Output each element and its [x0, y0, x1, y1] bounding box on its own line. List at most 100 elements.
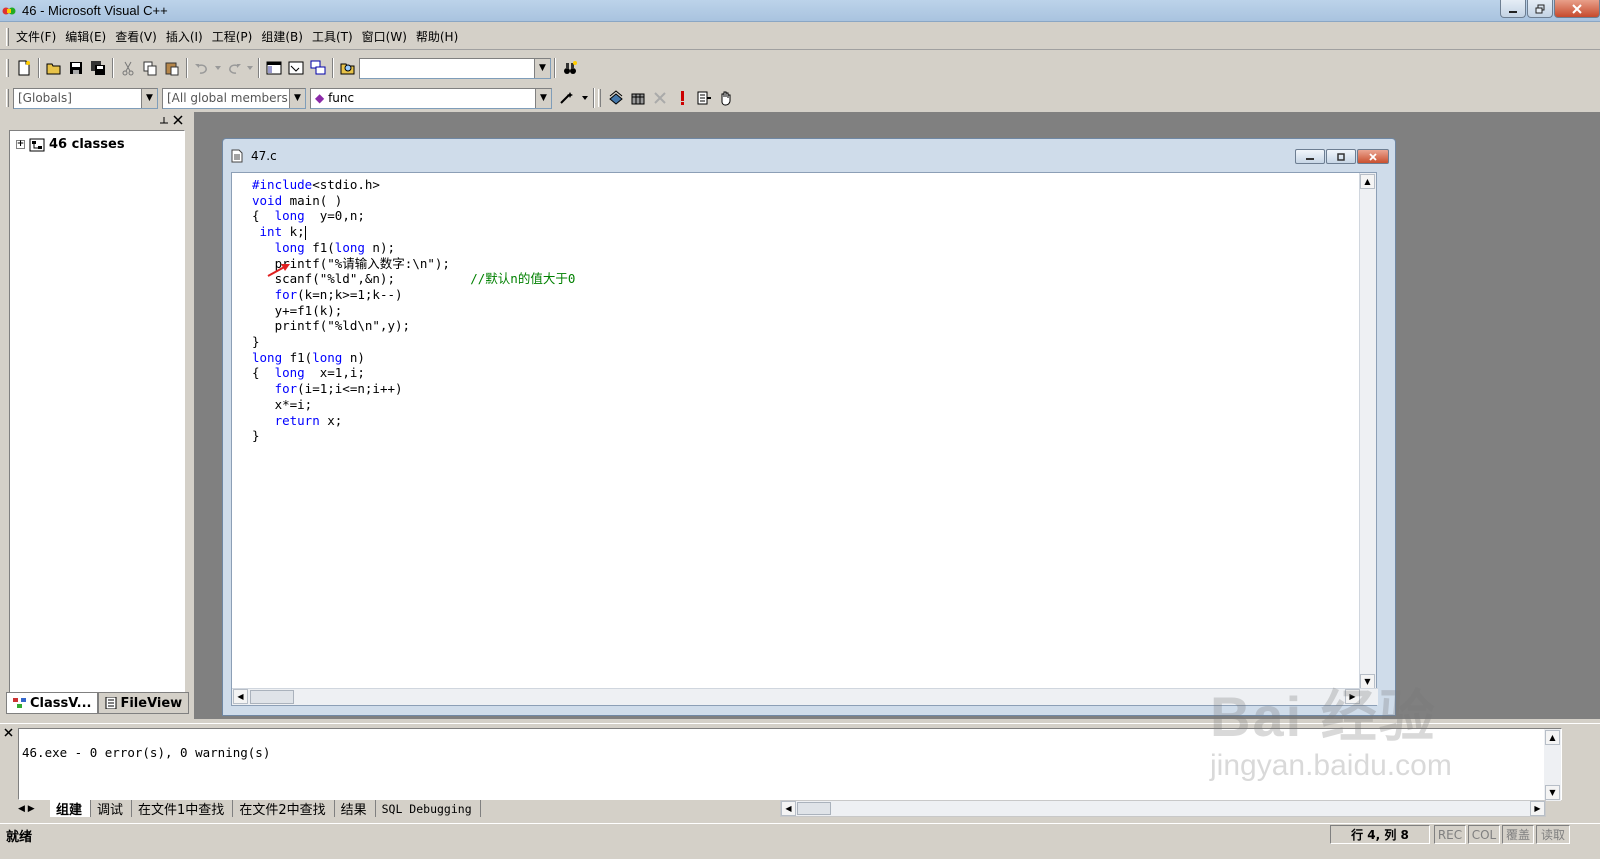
save-button[interactable]: [65, 57, 87, 79]
scroll-thumb[interactable]: [797, 802, 831, 815]
toolbar-grip[interactable]: [6, 89, 9, 107]
chevron-down-icon[interactable]: ▼: [535, 88, 551, 108]
code-line[interactable]: long f1(long n);: [252, 240, 575, 256]
wizard-action-button[interactable]: [552, 87, 580, 109]
tab-sql-debugging[interactable]: SQL Debugging: [376, 800, 481, 817]
chevron-down-icon[interactable]: ▼: [289, 88, 305, 108]
filter-combo[interactable]: [All global members ▼: [162, 87, 306, 109]
editor-vertical-scrollbar[interactable]: ▲ ▼: [1359, 173, 1376, 690]
undo-button[interactable]: [191, 57, 213, 79]
editor-title-bar[interactable]: 47.c: [223, 139, 1395, 169]
scroll-left-button[interactable]: ◀: [781, 801, 796, 816]
code-line[interactable]: }: [252, 334, 575, 350]
tab-fileview[interactable]: FileView: [98, 692, 190, 714]
dock-icon[interactable]: [158, 115, 170, 125]
source-code[interactable]: #include<stdio.h> void main( ){ long y=0,…: [252, 177, 575, 444]
chevron-down-icon[interactable]: ▼: [141, 88, 157, 108]
stop-build-button[interactable]: [649, 87, 671, 109]
restore-button[interactable]: [1527, 0, 1553, 18]
output-vertical-scrollbar[interactable]: ▲ ▼: [1544, 729, 1561, 801]
tab-find-in-files-2[interactable]: 在文件2中查找: [233, 800, 335, 818]
find-in-files-button[interactable]: [337, 57, 359, 79]
execute-button[interactable]: [671, 87, 693, 109]
open-button[interactable]: [43, 57, 65, 79]
editor-maximize-button[interactable]: [1326, 149, 1356, 164]
chevron-down-icon[interactable]: ▼: [534, 58, 550, 78]
code-line[interactable]: for(i=1;i<=n;i++): [252, 381, 575, 397]
output-toggle-button[interactable]: [285, 57, 307, 79]
compile-button[interactable]: [605, 87, 627, 109]
tab-results[interactable]: 结果: [335, 800, 376, 818]
menu-view[interactable]: 查看(V): [112, 28, 160, 45]
save-all-button[interactable]: [87, 57, 109, 79]
code-line[interactable]: printf("%请输入数字:\n");: [252, 256, 575, 272]
redo-dropdown[interactable]: [245, 57, 255, 79]
class-tree[interactable]: + 46 classes: [9, 130, 185, 700]
title-bar[interactable]: 46 - Microsoft Visual C++: [0, 0, 1600, 22]
scroll-down-button[interactable]: ▼: [1545, 785, 1560, 800]
scroll-up-button[interactable]: ▲: [1360, 174, 1375, 189]
paste-button[interactable]: [161, 57, 183, 79]
code-line[interactable]: scanf("%ld",&n); //默认n的值大于0: [252, 271, 576, 287]
search-button[interactable]: [559, 57, 581, 79]
toolbar-grip[interactable]: [598, 89, 601, 107]
menu-tools[interactable]: 工具(T): [309, 28, 356, 45]
tab-scroll-buttons[interactable]: ◀ ▶: [18, 804, 50, 814]
tab-build[interactable]: 组建: [50, 800, 92, 818]
code-line[interactable]: y+=f1(k);: [252, 303, 575, 319]
scroll-up-button[interactable]: ▲: [1545, 730, 1560, 745]
workspace-toggle-button[interactable]: [263, 57, 285, 79]
tab-debug[interactable]: 调试: [91, 800, 133, 818]
cut-button[interactable]: [117, 57, 139, 79]
scope-combo[interactable]: [Globals] ▼: [13, 87, 158, 109]
menu-edit[interactable]: 编辑(E): [62, 28, 109, 45]
wizard-action-dropdown[interactable]: [580, 87, 590, 109]
code-line[interactable]: void main( ): [252, 193, 575, 209]
member-combo[interactable]: ◆ func ▼: [310, 87, 552, 109]
breakpoint-button[interactable]: [715, 87, 737, 109]
copy-button[interactable]: [139, 57, 161, 79]
tree-root-item[interactable]: + 46 classes: [16, 137, 125, 152]
new-file-button[interactable]: [13, 57, 35, 79]
scroll-left-button[interactable]: ◀: [233, 689, 248, 704]
scroll-down-button[interactable]: ▼: [1360, 674, 1375, 689]
menu-help[interactable]: 帮助(H): [413, 28, 461, 45]
go-button[interactable]: [693, 87, 715, 109]
menu-insert[interactable]: 插入(I): [163, 28, 206, 45]
menu-file[interactable]: 文件(F): [13, 28, 59, 45]
tab-find-in-files-1[interactable]: 在文件1中查找: [132, 800, 234, 818]
editor-horizontal-scrollbar[interactable]: ◀ ▶: [232, 688, 1378, 705]
window-list-button[interactable]: [307, 57, 329, 79]
code-line[interactable]: for(k=n;k>=1;k--): [252, 287, 575, 303]
output-text-area[interactable]: 46.exe - 0 error(s), 0 warning(s) ▲ ▼: [18, 728, 1562, 801]
code-line[interactable]: return x;: [252, 413, 575, 429]
undo-dropdown[interactable]: [213, 57, 223, 79]
code-editor[interactable]: #include<stdio.h> void main( ){ long y=0,…: [231, 172, 1378, 706]
code-line[interactable]: long f1(long n): [252, 350, 575, 366]
tab-classview[interactable]: ClassV...: [6, 692, 99, 714]
scroll-right-button[interactable]: ▶: [1345, 689, 1360, 704]
close-button[interactable]: [1554, 0, 1600, 18]
close-icon[interactable]: [173, 115, 183, 125]
minimize-button[interactable]: [1500, 0, 1526, 18]
scroll-right-button[interactable]: ▶: [1530, 801, 1545, 816]
redo-button[interactable]: [223, 57, 245, 79]
scroll-thumb[interactable]: [250, 690, 294, 704]
code-line[interactable]: { long x=1,i;: [252, 365, 575, 381]
menu-project[interactable]: 工程(P): [209, 28, 256, 45]
code-line[interactable]: printf("%ld\n",y);: [252, 318, 575, 334]
code-line[interactable]: }: [252, 428, 575, 444]
editor-close-button[interactable]: [1357, 149, 1389, 164]
toolbar-grip[interactable]: [6, 59, 9, 77]
toolbar-grip[interactable]: [6, 27, 9, 46]
code-line[interactable]: int k;: [252, 224, 575, 240]
code-line[interactable]: { long y=0,n;: [252, 208, 575, 224]
output-horizontal-scrollbar[interactable]: ◀ ▶: [780, 800, 1546, 817]
code-line[interactable]: x*=i;: [252, 397, 575, 413]
find-combo[interactable]: ▼: [359, 57, 551, 79]
output-close-button[interactable]: [4, 728, 13, 740]
build-button[interactable]: [627, 87, 649, 109]
expand-icon[interactable]: +: [16, 140, 25, 149]
menu-build[interactable]: 组建(B): [258, 28, 306, 45]
editor-minimize-button[interactable]: [1295, 149, 1325, 164]
